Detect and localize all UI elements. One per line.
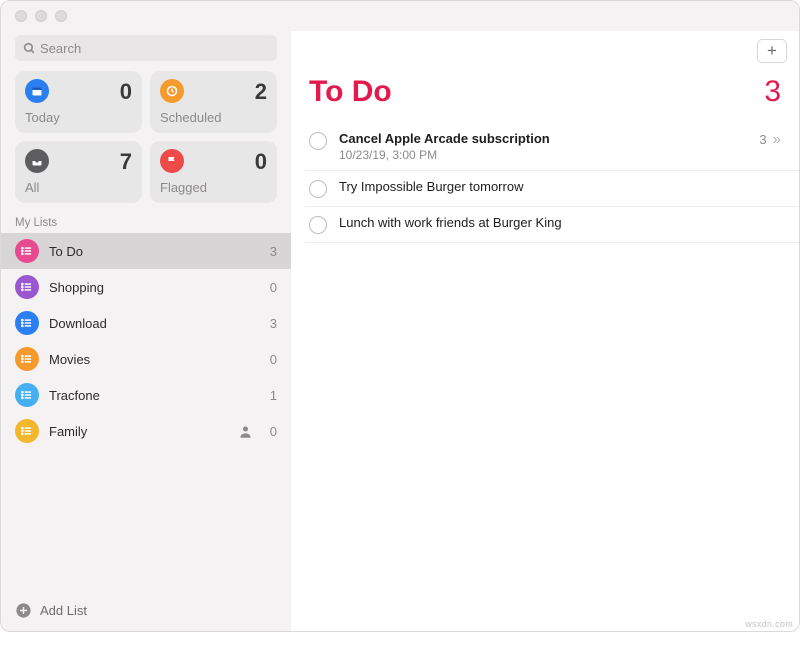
list-count: 0 — [261, 352, 277, 367]
add-list-label: Add List — [40, 603, 87, 618]
chevron-right-icon: » — [773, 131, 781, 148]
main-toolbar: + — [291, 31, 799, 71]
sidebar: Search 0 Today — [1, 31, 291, 631]
plus-circle-icon — [15, 602, 32, 619]
complete-toggle[interactable] — [309, 132, 327, 150]
reminder-title: Try Impossible Burger tomorrow — [339, 179, 781, 194]
reminders-container: Cancel Apple Arcade subscription 10/23/19… — [291, 123, 799, 243]
complete-toggle[interactable] — [309, 180, 327, 198]
card-scheduled[interactable]: 2 Scheduled — [150, 71, 277, 133]
reminder-row[interactable]: Lunch with work friends at Burger King — [305, 207, 799, 243]
list-icon — [15, 383, 39, 407]
card-today-count: 0 — [120, 79, 132, 105]
shared-icon — [238, 424, 253, 439]
card-all-label: All — [25, 180, 132, 195]
my-lists-header: My Lists — [1, 215, 291, 233]
reminder-subtitle: 10/23/19, 3:00 PM — [339, 148, 759, 162]
card-all[interactable]: 7 All — [15, 141, 142, 203]
sidebar-list-item[interactable]: Movies0 — [1, 341, 291, 377]
card-today-label: Today — [25, 110, 132, 125]
list-name: Shopping — [49, 280, 261, 295]
zoom-window-button[interactable] — [55, 10, 67, 22]
calendar-icon — [25, 79, 49, 103]
card-today[interactable]: 0 Today — [15, 71, 142, 133]
main-title: To Do — [309, 75, 392, 109]
sidebar-list-item[interactable]: To Do3 — [1, 233, 291, 269]
app-window: Search 0 Today — [0, 0, 800, 632]
sidebar-list-item[interactable]: Family 0 — [1, 413, 291, 449]
reminder-body: Cancel Apple Arcade subscription 10/23/19… — [339, 131, 759, 162]
search-icon — [23, 42, 36, 55]
list-count: 3 — [261, 316, 277, 331]
list-icon — [15, 239, 39, 263]
subtask-count: 3 — [759, 132, 766, 147]
card-scheduled-label: Scheduled — [160, 110, 267, 125]
list-name: Tracfone — [49, 388, 261, 403]
main-pane: + To Do 3 Cancel Apple Arcade subscripti… — [291, 31, 799, 631]
list-icon — [15, 275, 39, 299]
list-name: Family — [49, 424, 238, 439]
reminder-row[interactable]: Try Impossible Burger tomorrow — [305, 171, 799, 207]
card-flagged[interactable]: 0 Flagged — [150, 141, 277, 203]
list-icon — [15, 419, 39, 443]
search-input[interactable]: Search — [15, 35, 277, 61]
search-placeholder: Search — [40, 41, 81, 56]
content: Search 0 Today — [1, 31, 799, 631]
main-header: To Do 3 — [291, 71, 799, 123]
add-reminder-button[interactable]: + — [757, 39, 787, 63]
main-count: 3 — [764, 75, 781, 109]
flag-icon — [160, 149, 184, 173]
list-count: 3 — [261, 244, 277, 259]
list-name: Download — [49, 316, 261, 331]
list-name: To Do — [49, 244, 261, 259]
reminder-body: Lunch with work friends at Burger King — [339, 215, 781, 230]
card-flagged-label: Flagged — [160, 180, 267, 195]
smart-list-cards: 0 Today 2 Scheduled — [1, 71, 291, 215]
complete-toggle[interactable] — [309, 216, 327, 234]
list-count: 0 — [261, 424, 277, 439]
card-scheduled-count: 2 — [255, 79, 267, 105]
minimize-window-button[interactable] — [35, 10, 47, 22]
plus-icon: + — [767, 41, 777, 61]
sidebar-list-item[interactable]: Tracfone1 — [1, 377, 291, 413]
inbox-icon — [25, 149, 49, 173]
list-count: 1 — [261, 388, 277, 403]
clock-icon — [160, 79, 184, 103]
add-list-button[interactable]: Add List — [1, 592, 291, 631]
reminder-body: Try Impossible Burger tomorrow — [339, 179, 781, 194]
sidebar-list-item[interactable]: Download3 — [1, 305, 291, 341]
list-name: Movies — [49, 352, 261, 367]
card-all-count: 7 — [120, 149, 132, 175]
list-icon — [15, 347, 39, 371]
reminder-title: Cancel Apple Arcade subscription — [339, 131, 759, 146]
subtask-indicator[interactable]: 3» — [759, 131, 781, 148]
reminder-title: Lunch with work friends at Burger King — [339, 215, 781, 230]
close-window-button[interactable] — [15, 10, 27, 22]
window-controls — [15, 10, 67, 22]
list-icon — [15, 311, 39, 335]
titlebar — [1, 1, 799, 31]
lists-container: To Do3Shopping0Download3Movies0Tracfone1… — [1, 233, 291, 449]
sidebar-list-item[interactable]: Shopping0 — [1, 269, 291, 305]
list-count: 0 — [261, 280, 277, 295]
reminder-row[interactable]: Cancel Apple Arcade subscription 10/23/19… — [305, 123, 799, 171]
card-flagged-count: 0 — [255, 149, 267, 175]
watermark: wsxdn.com — [745, 619, 793, 629]
